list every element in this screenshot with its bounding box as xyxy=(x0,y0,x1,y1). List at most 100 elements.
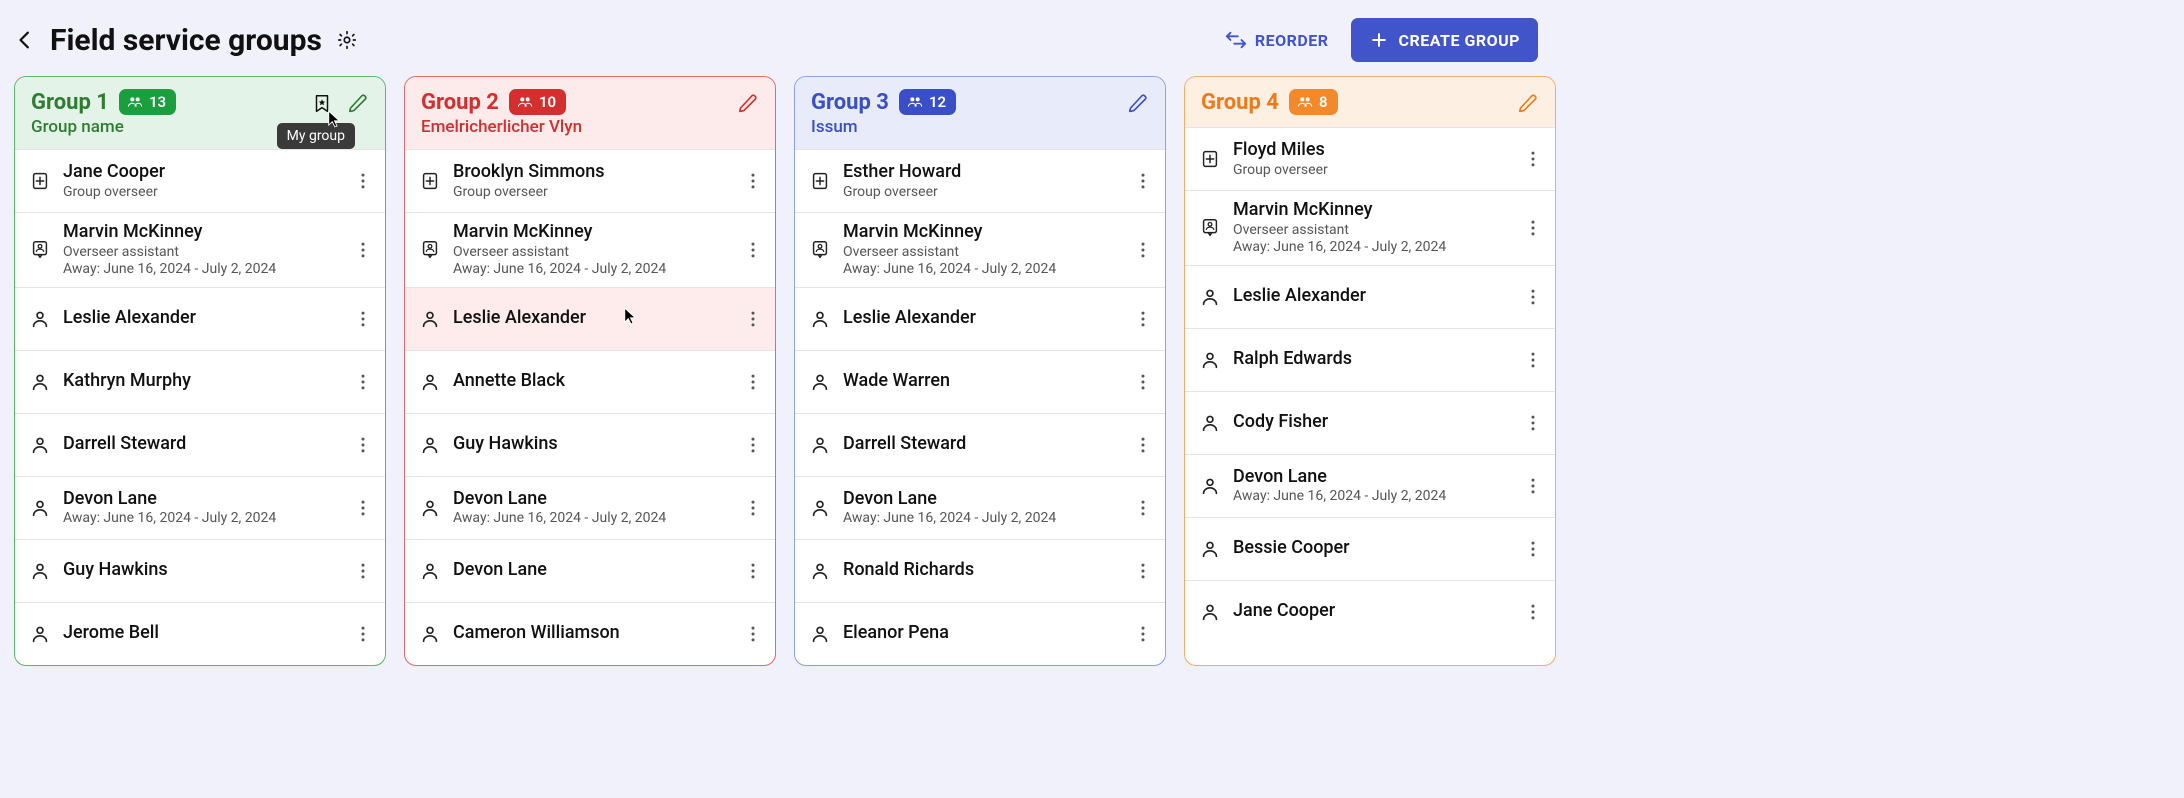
member-menu-button[interactable] xyxy=(349,494,377,522)
person-icon xyxy=(809,497,831,519)
member-row[interactable]: Kathryn Murphy xyxy=(15,350,385,413)
assistant-icon xyxy=(1199,217,1221,239)
member-menu-button[interactable] xyxy=(349,167,377,195)
member-row[interactable]: Leslie Alexander xyxy=(1185,265,1555,328)
edit-group-button[interactable] xyxy=(343,89,373,119)
member-row[interactable]: Esther Howard Group overseer xyxy=(795,149,1165,212)
member-name: Eleanor Pena xyxy=(843,622,1117,645)
group-title-row: Group 4 8 xyxy=(1201,89,1541,115)
member-row[interactable]: Marvin McKinney Overseer assistant Away:… xyxy=(795,212,1165,287)
pencil-icon xyxy=(347,93,369,115)
member-row[interactable]: Devon Lane Away: June 16, 2024 - July 2,… xyxy=(1185,454,1555,517)
member-menu-button[interactable] xyxy=(349,305,377,333)
member-row[interactable]: Jane Cooper xyxy=(1185,580,1555,643)
vertical-dots-icon xyxy=(1523,350,1543,370)
member-row[interactable]: Devon Lane Away: June 16, 2024 - July 2,… xyxy=(405,476,775,539)
member-body: Ralph Edwards xyxy=(1233,348,1507,371)
member-menu-button[interactable] xyxy=(349,431,377,459)
member-menu-button[interactable] xyxy=(1129,494,1157,522)
settings-button[interactable] xyxy=(336,29,358,51)
member-row[interactable]: Wade Warren xyxy=(795,350,1165,413)
edit-group-button[interactable] xyxy=(1513,89,1543,119)
member-menu-button[interactable] xyxy=(1129,236,1157,264)
my-group-bookmark-button[interactable] xyxy=(307,89,337,119)
member-row[interactable]: Devon Lane xyxy=(405,539,775,602)
edit-group-button[interactable] xyxy=(733,89,763,119)
member-row[interactable]: Guy Hawkins xyxy=(405,413,775,476)
member-menu-button[interactable] xyxy=(1519,145,1547,173)
group-header: Group 4 8 xyxy=(1185,77,1555,127)
member-role: Overseer assistant xyxy=(63,244,337,262)
vertical-dots-icon xyxy=(353,561,373,581)
member-row[interactable]: Annette Black xyxy=(405,350,775,413)
member-menu-button[interactable] xyxy=(739,305,767,333)
member-menu-button[interactable] xyxy=(1129,431,1157,459)
page-title: Field service groups xyxy=(50,23,322,58)
member-menu-button[interactable] xyxy=(739,431,767,459)
member-menu-button[interactable] xyxy=(1519,214,1547,242)
member-row[interactable]: Devon Lane Away: June 16, 2024 - July 2,… xyxy=(15,476,385,539)
reorder-button[interactable]: REORDER xyxy=(1225,29,1329,51)
member-menu-button[interactable] xyxy=(1129,620,1157,648)
member-menu-button[interactable] xyxy=(1519,346,1547,374)
member-menu-button[interactable] xyxy=(739,167,767,195)
member-menu-button[interactable] xyxy=(739,557,767,585)
member-menu-button[interactable] xyxy=(739,620,767,648)
member-menu-button[interactable] xyxy=(739,236,767,264)
member-menu-button[interactable] xyxy=(1519,409,1547,437)
group-title-row: Group 2 10 xyxy=(421,89,761,115)
member-menu-button[interactable] xyxy=(1519,535,1547,563)
person-icon xyxy=(1199,412,1221,434)
member-away: Away: June 16, 2024 - July 2, 2024 xyxy=(63,510,337,528)
overseer-icon xyxy=(809,170,831,192)
edit-group-button[interactable] xyxy=(1123,89,1153,119)
member-row[interactable]: Devon Lane Away: June 16, 2024 - July 2,… xyxy=(795,476,1165,539)
member-menu-button[interactable] xyxy=(1519,472,1547,500)
member-menu-button[interactable] xyxy=(1519,598,1547,626)
member-menu-button[interactable] xyxy=(1519,283,1547,311)
vertical-dots-icon xyxy=(1523,149,1543,169)
member-row[interactable]: Darrell Steward xyxy=(795,413,1165,476)
member-menu-button[interactable] xyxy=(739,368,767,396)
member-menu-button[interactable] xyxy=(349,236,377,264)
member-row[interactable]: Floyd Miles Group overseer xyxy=(1185,127,1555,190)
vertical-dots-icon xyxy=(353,372,373,392)
member-row[interactable]: Eleanor Pena xyxy=(795,602,1165,665)
member-row[interactable]: Cody Fisher xyxy=(1185,391,1555,454)
member-menu-button[interactable] xyxy=(349,557,377,585)
member-row[interactable]: Leslie Alexander xyxy=(795,287,1165,350)
member-menu-button[interactable] xyxy=(1129,305,1157,333)
member-row[interactable]: Cameron Williamson xyxy=(405,602,775,665)
member-away: Away: June 16, 2024 - July 2, 2024 xyxy=(843,510,1117,528)
member-menu-button[interactable] xyxy=(1129,167,1157,195)
member-menu-button[interactable] xyxy=(1129,557,1157,585)
member-row[interactable]: Bessie Cooper xyxy=(1185,517,1555,580)
pencil-icon xyxy=(1127,93,1149,115)
group-title: Group 4 xyxy=(1201,90,1279,115)
member-menu-button[interactable] xyxy=(349,368,377,396)
member-row[interactable]: Brooklyn Simmons Group overseer xyxy=(405,149,775,212)
member-row[interactable]: Marvin McKinney Overseer assistant Away:… xyxy=(405,212,775,287)
member-row[interactable]: Darrell Steward xyxy=(15,413,385,476)
member-menu-button[interactable] xyxy=(349,620,377,648)
person-icon xyxy=(29,308,51,330)
member-row[interactable]: Leslie Alexander xyxy=(15,287,385,350)
overseer-icon xyxy=(809,170,831,192)
member-row[interactable]: Jane Cooper Group overseer xyxy=(15,149,385,212)
member-row[interactable]: Guy Hawkins xyxy=(15,539,385,602)
create-group-button[interactable]: CREATE GROUP xyxy=(1351,18,1538,62)
member-row[interactable]: Jerome Bell xyxy=(15,602,385,665)
member-name: Devon Lane xyxy=(453,488,727,511)
member-menu-button[interactable] xyxy=(1129,368,1157,396)
member-row[interactable]: Ralph Edwards xyxy=(1185,328,1555,391)
back-button[interactable] xyxy=(12,26,40,54)
member-row[interactable]: Leslie Alexander xyxy=(405,287,775,350)
person-icon xyxy=(809,623,831,645)
member-row[interactable]: Ronald Richards xyxy=(795,539,1165,602)
person-icon xyxy=(419,434,441,456)
member-name: Leslie Alexander xyxy=(453,307,727,330)
member-row[interactable]: Marvin McKinney Overseer assistant Away:… xyxy=(15,212,385,287)
person-icon xyxy=(419,308,441,330)
member-row[interactable]: Marvin McKinney Overseer assistant Away:… xyxy=(1185,190,1555,265)
member-menu-button[interactable] xyxy=(739,494,767,522)
